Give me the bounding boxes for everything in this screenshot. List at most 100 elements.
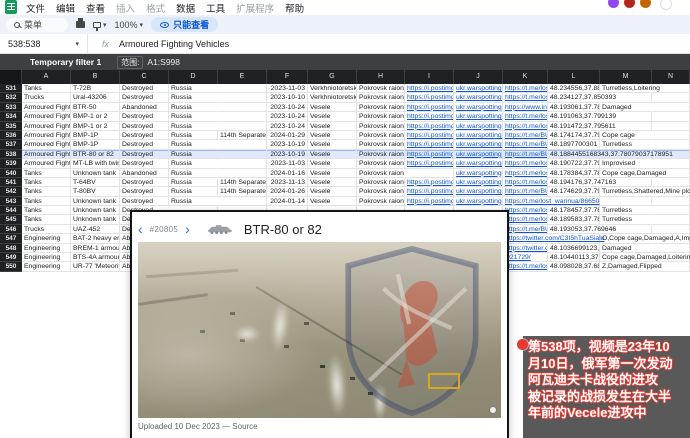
- cell[interactable]: Tanks: [22, 84, 71, 93]
- menu-item-view[interactable]: 查看: [86, 1, 105, 15]
- cell[interactable]: Tanks: [22, 206, 71, 215]
- cell[interactable]: 48.234127,37.850393: [548, 93, 600, 102]
- cell[interactable]: Pokrovsk raion: [357, 178, 405, 187]
- cell[interactable]: Vesele: [308, 159, 357, 168]
- cell[interactable]: Destroyed: [120, 84, 169, 93]
- cell[interactable]: https://t.me/BUA: [503, 131, 548, 140]
- cell[interactable]: [652, 178, 690, 187]
- cell[interactable]: Turretless: [600, 206, 652, 215]
- cell[interactable]: Engineering: [22, 234, 71, 243]
- cell[interactable]: Engineering: [22, 253, 71, 262]
- cell[interactable]: 2023-11-03: [267, 159, 308, 168]
- paint-format-button[interactable]: ▾: [93, 21, 107, 29]
- column-header[interactable]: I: [405, 70, 454, 84]
- cell[interactable]: T-80BV: [71, 187, 120, 196]
- cell[interactable]: 2023-10-19: [267, 140, 308, 149]
- cell[interactable]: Verkhniotoretske: [308, 84, 357, 93]
- row-number[interactable]: 544: [0, 206, 22, 215]
- cell[interactable]: Armoured Fighting Vehicles: [22, 159, 71, 168]
- filter-range-value[interactable]: A1:S998: [147, 57, 180, 67]
- cell[interactable]: ukr.warspotting.ru: [454, 112, 503, 121]
- cell[interactable]: [652, 206, 690, 215]
- cell[interactable]: 2024-01-26: [267, 187, 308, 196]
- cell[interactable]: Cope cage: [600, 131, 652, 140]
- cell[interactable]: Vesele: [308, 197, 357, 206]
- menu-item-data[interactable]: 数据: [176, 1, 195, 15]
- cell[interactable]: Destroyed: [120, 112, 169, 121]
- cell[interactable]: Russia: [169, 131, 218, 140]
- cell[interactable]: https://t.me/lost_: [503, 178, 548, 187]
- cell[interactable]: Russia: [169, 169, 218, 178]
- cell[interactable]: [218, 93, 267, 102]
- row-number[interactable]: 531: [0, 84, 22, 93]
- cell[interactable]: https://i.postimg: [405, 140, 454, 149]
- cell[interactable]: 2023-11-13: [267, 178, 308, 187]
- cell[interactable]: Pokrovsk raion: [357, 131, 405, 140]
- cell[interactable]: Russia: [169, 150, 218, 159]
- cell[interactable]: 48.098028,37.68: [548, 262, 600, 271]
- cell[interactable]: Russia: [169, 140, 218, 149]
- cell[interactable]: https://t.me/BUA: [503, 150, 548, 159]
- cell[interactable]: Cope cage,Damaged: [600, 169, 652, 178]
- row-number[interactable]: 541: [0, 178, 22, 187]
- cell[interactable]: Destroyed: [120, 159, 169, 168]
- sheets-logo-icon[interactable]: [5, 0, 17, 14]
- cell[interactable]: Turretless: [600, 140, 652, 149]
- cell[interactable]: Pokrovsk raion: [357, 93, 405, 102]
- cell[interactable]: Pokrovsk raion: [357, 122, 405, 131]
- cell[interactable]: ukr.warspotting.ru: [454, 140, 503, 149]
- cell[interactable]: [652, 197, 690, 206]
- cell[interactable]: Vesele: [308, 103, 357, 112]
- cell[interactable]: O,Cope cage,Damaged,A,Improvised: [600, 234, 652, 243]
- row-number[interactable]: 547: [0, 234, 22, 243]
- collaborator-avatar[interactable]: [639, 0, 652, 9]
- row-number[interactable]: 545: [0, 215, 22, 224]
- cell[interactable]: MT-LB with twin Zu-23-2: [71, 159, 120, 168]
- cell[interactable]: Vesele: [308, 150, 357, 159]
- cell[interactable]: https://t.me/lost_warinua/86650: [503, 197, 548, 206]
- cell[interactable]: 48.1884455168343,37.78079037178951: [548, 150, 600, 159]
- cell[interactable]: [652, 244, 690, 253]
- cell[interactable]: Improvised: [600, 159, 652, 168]
- cell[interactable]: [218, 169, 267, 178]
- menu-item-file[interactable]: 文件: [26, 1, 45, 15]
- cell[interactable]: BMP-1P: [71, 131, 120, 140]
- prev-record-button[interactable]: ‹: [138, 222, 143, 236]
- cell[interactable]: Unknown tank: [71, 169, 120, 178]
- cell[interactable]: T-72B: [71, 84, 120, 93]
- cell[interactable]: 48.1897700301: [548, 140, 600, 149]
- cell[interactable]: https://i.postimg: [405, 150, 454, 159]
- cell[interactable]: Vesele: [308, 178, 357, 187]
- cell[interactable]: Turretless,Loitering: [600, 84, 652, 93]
- column-header[interactable]: A: [22, 70, 71, 84]
- cell[interactable]: Cope cage,Damaged,Loitering: [600, 253, 652, 262]
- column-header[interactable]: K: [503, 70, 548, 84]
- row-number[interactable]: 543: [0, 197, 22, 206]
- cell[interactable]: [652, 140, 690, 149]
- menu-item-tools[interactable]: 工具: [206, 1, 225, 15]
- cell[interactable]: Vesele: [308, 122, 357, 131]
- cell[interactable]: 2023-11-03: [267, 84, 308, 93]
- cell[interactable]: Destroyed: [120, 178, 169, 187]
- cell[interactable]: Verkhniotoretske: [308, 93, 357, 102]
- cell[interactable]: Destroyed: [120, 187, 169, 196]
- cell[interactable]: https://t.me/lost_: [503, 262, 548, 271]
- cell[interactable]: Pokrovsk raion: [357, 169, 405, 178]
- zoom-control[interactable]: 100% ▾: [115, 20, 144, 30]
- cell[interactable]: [218, 84, 267, 93]
- cell[interactable]: Tanks: [22, 215, 71, 224]
- cell[interactable]: 48.193061,37.78: [548, 103, 600, 112]
- row-number[interactable]: 535: [0, 122, 22, 131]
- column-header[interactable]: L: [548, 70, 600, 84]
- cell[interactable]: ukr.warspotting.ru: [454, 84, 503, 93]
- cell[interactable]: 2023-10-24: [267, 122, 308, 131]
- cell[interactable]: Armoured Fighting Vehicles: [22, 140, 71, 149]
- cell[interactable]: https://t.me/lost_: [503, 112, 548, 121]
- cell[interactable]: ukr.warspotting.ru: [454, 187, 503, 196]
- cell[interactable]: Pokrovsk raion: [357, 140, 405, 149]
- column-header[interactable]: D: [169, 70, 218, 84]
- cell[interactable]: Russia: [169, 187, 218, 196]
- cell[interactable]: 48.174629,37.79: [548, 187, 600, 196]
- cell[interactable]: Destroyed: [120, 197, 169, 206]
- cell[interactable]: 48.191472,37.795611: [548, 122, 600, 131]
